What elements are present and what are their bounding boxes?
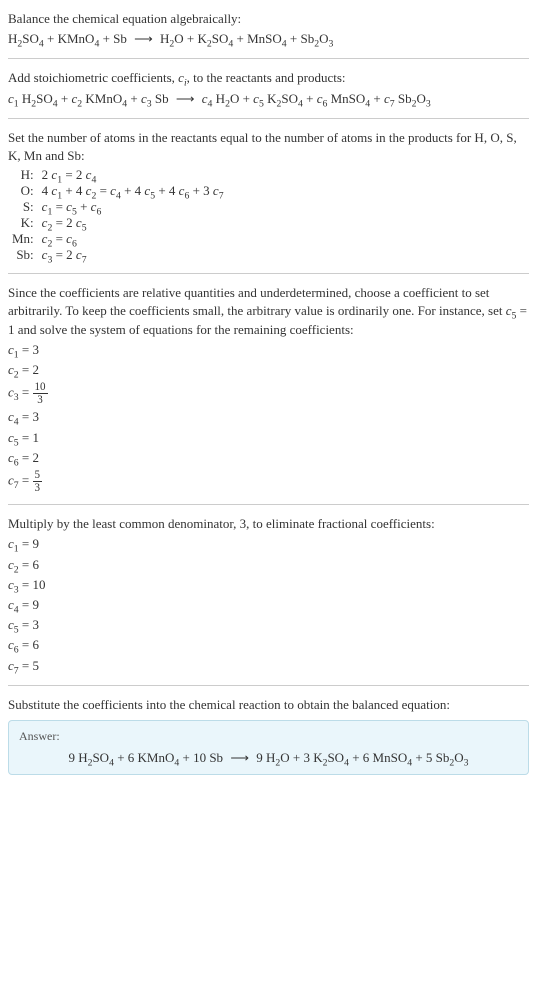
coeff-c6: c6 = 2 xyxy=(8,449,529,467)
element-balance-table: H: 2 c1 = 2 c4 O: 4 c1 + 4 c2 = c4 + 4 c… xyxy=(8,167,228,263)
coeff-c1-int: c1 = 9 xyxy=(8,535,529,553)
step2-text: Add stoichiometric coefficients, ci, to … xyxy=(8,69,529,87)
coeff-c1: c1 = 3 xyxy=(8,341,529,359)
coeff-c2-int: c2 = 6 xyxy=(8,556,529,574)
table-row: O: 4 c1 + 4 c2 = c4 + 4 c5 + 4 c6 + 3 c7 xyxy=(8,183,228,199)
coeff-c5-int: c5 = 3 xyxy=(8,616,529,634)
element-eq: c2 = 2 c5 xyxy=(38,215,228,231)
coeff-c4-int: c4 = 9 xyxy=(8,596,529,614)
step4-text: Since the coefficients are relative quan… xyxy=(8,284,529,339)
answer-label: Answer: xyxy=(19,729,518,744)
intro-equation: H2SO4 + KMnO4 + Sb ⟶ H2O + K2SO4 + MnSO4… xyxy=(8,30,529,48)
element-eq: 2 c1 = 2 c4 xyxy=(38,167,228,183)
element-label: Sb: xyxy=(8,247,38,263)
step5-text: Multiply by the least common denominator… xyxy=(8,515,529,533)
divider xyxy=(8,504,529,505)
element-label: Mn: xyxy=(8,231,38,247)
table-row: Mn: c2 = c6 xyxy=(8,231,228,247)
divider xyxy=(8,118,529,119)
element-eq: c1 = c5 + c6 xyxy=(38,199,228,215)
coeff-c3: c3 = 103 xyxy=(8,381,529,406)
element-label: K: xyxy=(8,215,38,231)
answer-equation: 9 H2SO4 + 6 KMnO4 + 10 Sb ⟶ 9 H2O + 3 K2… xyxy=(19,750,518,766)
coeff-c4: c4 = 3 xyxy=(8,408,529,426)
coeff-c7-int: c7 = 5 xyxy=(8,657,529,675)
divider xyxy=(8,273,529,274)
coeff-c3-int: c3 = 10 xyxy=(8,576,529,594)
divider xyxy=(8,58,529,59)
answer-box: Answer: 9 H2SO4 + 6 KMnO4 + 10 Sb ⟶ 9 H2… xyxy=(8,720,529,775)
element-eq: c2 = c6 xyxy=(38,231,228,247)
intro-line1: Balance the chemical equation algebraica… xyxy=(8,10,529,28)
table-row: H: 2 c1 = 2 c4 xyxy=(8,167,228,183)
coeff-c7: c7 = 53 xyxy=(8,469,529,494)
divider xyxy=(8,685,529,686)
coeff-c6-int: c6 = 6 xyxy=(8,636,529,654)
step3-text: Set the number of atoms in the reactants… xyxy=(8,129,529,165)
table-row: Sb: c3 = 2 c7 xyxy=(8,247,228,263)
element-label: H: xyxy=(8,167,38,183)
element-eq: 4 c1 + 4 c2 = c4 + 4 c5 + 4 c6 + 3 c7 xyxy=(38,183,228,199)
coeff-c2: c2 = 2 xyxy=(8,361,529,379)
element-eq: c3 = 2 c7 xyxy=(38,247,228,263)
element-label: O: xyxy=(8,183,38,199)
element-label: S: xyxy=(8,199,38,215)
step6-text: Substitute the coefficients into the che… xyxy=(8,696,529,714)
table-row: K: c2 = 2 c5 xyxy=(8,215,228,231)
coeff-c5: c5 = 1 xyxy=(8,429,529,447)
step2-equation: c1 H2SO4 + c2 KMnO4 + c3 Sb ⟶ c4 H2O + c… xyxy=(8,90,529,108)
